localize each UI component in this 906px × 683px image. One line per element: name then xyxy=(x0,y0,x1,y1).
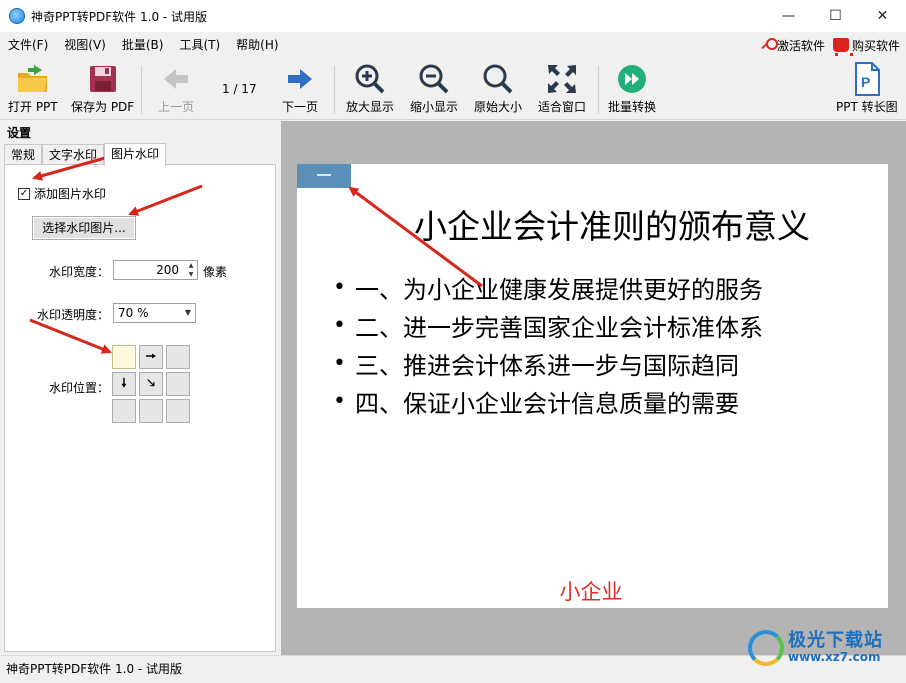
position-center[interactable]: 🡖 xyxy=(139,372,163,396)
minimize-button[interactable]: — xyxy=(765,0,812,32)
tab-text-watermark[interactable]: 文字水印 xyxy=(42,144,105,165)
width-unit-label: 像素 xyxy=(203,265,228,279)
position-middle-right[interactable] xyxy=(166,372,190,396)
slide-preview-area[interactable]: 小企业会计准则的颁布意义 • 一、为小企业健康发展提供更好的服务 • 二、进一步完善… xyxy=(281,121,906,655)
position-top-right[interactable] xyxy=(166,345,190,369)
watermark-position-grid: 🠖 🠗 🡖 xyxy=(112,345,190,423)
ppt-file-icon: P xyxy=(850,62,884,96)
list-item: • 四、保证小企业会计信息质量的需要 xyxy=(333,388,739,418)
menu-help[interactable]: 帮助(H) xyxy=(228,32,286,58)
zoom-in-icon xyxy=(353,62,387,96)
position-bottom-left[interactable] xyxy=(112,399,136,423)
svg-text:P: P xyxy=(861,74,870,90)
menu-tools[interactable]: 工具(T) xyxy=(171,32,228,58)
list-item: • 一、为小企业健康发展提供更好的服务 xyxy=(333,274,763,304)
settings-header: 设置 xyxy=(7,126,32,140)
spinner-arrows-icon[interactable]: ▲ ▼ xyxy=(185,261,197,279)
activate-software-link[interactable]: 激活软件 xyxy=(760,37,825,54)
title-bar: 神奇PPT转PDF软件 1.0 - 试用版 — ☐ ✕ xyxy=(0,0,906,32)
key-icon xyxy=(760,38,778,52)
menu-view[interactable]: 视图(V) xyxy=(56,32,114,58)
maximize-button[interactable]: ☐ xyxy=(812,0,859,32)
activate-label: 激活软件 xyxy=(776,38,825,53)
arrow-right-icon xyxy=(283,62,317,96)
page-indicator: 1 / 17 xyxy=(222,82,257,96)
chevron-down-icon[interactable]: ▼ xyxy=(181,304,195,322)
arrow-left-icon xyxy=(159,62,193,96)
fit-window-button[interactable]: 适合窗口 xyxy=(538,62,586,115)
window-title: 神奇PPT转PDF软件 1.0 - 试用版 xyxy=(31,9,208,24)
zoom-out-icon xyxy=(417,62,451,96)
watermark-opacity-value: 70 % xyxy=(118,306,149,320)
slide-page: 小企业会计准则的颁布意义 • 一、为小企业健康发展提供更好的服务 • 二、进一步完善… xyxy=(297,164,888,608)
site-url: www.xz7.com xyxy=(788,650,881,665)
site-watermark: 极光下载站 www.xz7.com xyxy=(748,630,883,666)
site-name: 极光下载站 xyxy=(788,630,883,652)
close-button[interactable]: ✕ xyxy=(859,0,906,32)
tab-image-watermark[interactable]: 图片水印 xyxy=(104,143,167,166)
select-watermark-image-button[interactable]: 选择水印图片... xyxy=(32,216,136,240)
position-top-left[interactable] xyxy=(112,345,136,369)
position-bottom-center[interactable] xyxy=(139,399,163,423)
save-as-pdf-button[interactable]: 保存为 PDF xyxy=(71,62,134,115)
toolbar-separator xyxy=(334,66,335,114)
watermark-opacity-select[interactable]: 70 % ▼ xyxy=(113,303,196,323)
add-image-watermark-checkbox[interactable]: ✓ 添加图片水印 xyxy=(18,185,106,202)
watermark-position-label: 水印位置： xyxy=(49,381,110,395)
buy-software-link[interactable]: 购买软件 xyxy=(832,37,900,56)
settings-panel: 设置 常规 文字水印 图片水印 ✓ 添加图片水印 选择水印图片... 水印宽度：… xyxy=(0,121,280,655)
watermark-opacity-label: 水印透明度： xyxy=(37,308,110,322)
position-middle-left[interactable]: 🠗 xyxy=(112,372,136,396)
menu-bar: 文件(F) 视图(V) 批量(B) 工具(T) 帮助(H) 激活软件 购买软件 xyxy=(0,32,906,58)
site-logo-icon xyxy=(748,630,784,666)
toolbar-separator xyxy=(598,66,599,114)
menu-file[interactable]: 文件(F) xyxy=(0,32,56,58)
zoom-out-button[interactable]: 缩小显示 xyxy=(410,62,458,115)
checkbox-checked-icon[interactable]: ✓ xyxy=(18,187,30,200)
slide-title: 小企业会计准则的颁布意义 xyxy=(414,207,810,246)
list-item: • 二、进一步完善国家企业会计标准体系 xyxy=(333,312,763,342)
expand-icon xyxy=(545,62,579,96)
list-item: • 三、推进会计体系进一步与国际趋同 xyxy=(333,350,739,380)
fast-forward-icon xyxy=(615,62,649,96)
image-watermark-tab-body: ✓ 添加图片水印 选择水印图片... 水印宽度： 200 ▲ ▼ 像素 水印透明度… xyxy=(4,164,276,652)
open-ppt-button[interactable]: 打开 PPT xyxy=(8,62,58,115)
add-image-watermark-label: 添加图片水印 xyxy=(34,187,107,201)
prev-page-button[interactable]: 上一页 xyxy=(158,62,194,115)
slide-bullet-list: • 一、为小企业健康发展提供更好的服务 • 二、进一步完善国家企业会计标准体系 • 三… xyxy=(333,268,763,420)
watermark-width-value[interactable]: 200 xyxy=(114,261,185,279)
menu-batch[interactable]: 批量(B) xyxy=(114,32,172,58)
settings-tabs: 常规 文字水印 图片水印 xyxy=(4,143,167,166)
toolbar-separator xyxy=(141,66,142,114)
watermark-width-spinner[interactable]: 200 ▲ ▼ xyxy=(113,260,198,280)
position-bottom-right[interactable] xyxy=(166,399,190,423)
toolbar: 打开 PPT 保存为 PDF 上一页 1 / 17 下一页 放大显示 缩小显示 … xyxy=(0,58,906,120)
image-watermark-thumbnail xyxy=(297,164,351,188)
save-disk-icon xyxy=(86,62,120,96)
zoom-in-button[interactable]: 放大显示 xyxy=(346,62,394,115)
app-icon xyxy=(9,8,25,24)
ppt-to-long-image-button[interactable]: P PPT 转长图 xyxy=(836,62,898,115)
original-size-button[interactable]: 原始大小 xyxy=(474,62,522,115)
position-top-center[interactable]: 🠖 xyxy=(139,345,163,369)
cart-icon xyxy=(832,38,853,56)
watermark-width-label: 水印宽度： xyxy=(49,265,110,279)
next-page-button[interactable]: 下一页 xyxy=(282,62,318,115)
open-folder-icon xyxy=(16,62,50,96)
tab-general[interactable]: 常规 xyxy=(4,144,43,165)
batch-convert-button[interactable]: 批量转换 xyxy=(608,62,656,115)
buy-label: 购买软件 xyxy=(851,38,900,53)
magnifier-icon xyxy=(481,62,515,96)
slide-footer-text: 小企业 xyxy=(559,580,623,604)
